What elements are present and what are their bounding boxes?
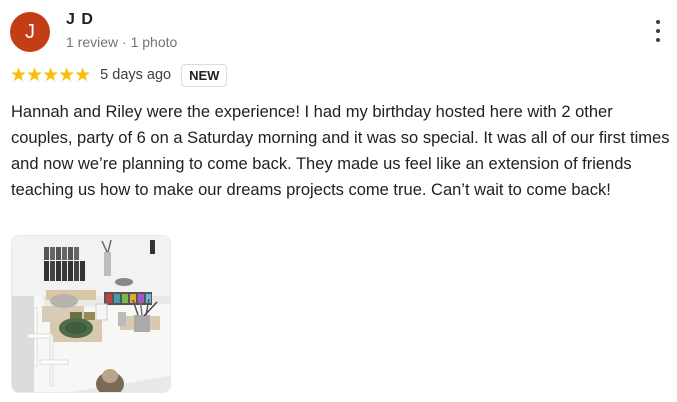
avatar-initial: J [25, 20, 35, 43]
more-vert-icon[interactable] [655, 20, 661, 42]
review-date: 5 days ago [100, 67, 172, 83]
new-badge: NEW [181, 63, 228, 87]
rating-row: ★★★★★ 5 days ago NEW [10, 62, 228, 88]
star-rating: ★★★★★ [10, 64, 91, 86]
pottery-studio-photo-image [12, 236, 170, 392]
reviewer-meta: 1 review · 1 photo [66, 34, 178, 50]
reviewer-name[interactable]: J D [66, 11, 94, 29]
reviewer-avatar[interactable]: J [10, 12, 50, 52]
review-text: Hannah and Riley were the experience! I … [11, 103, 670, 199]
review-photo[interactable] [11, 235, 171, 393]
